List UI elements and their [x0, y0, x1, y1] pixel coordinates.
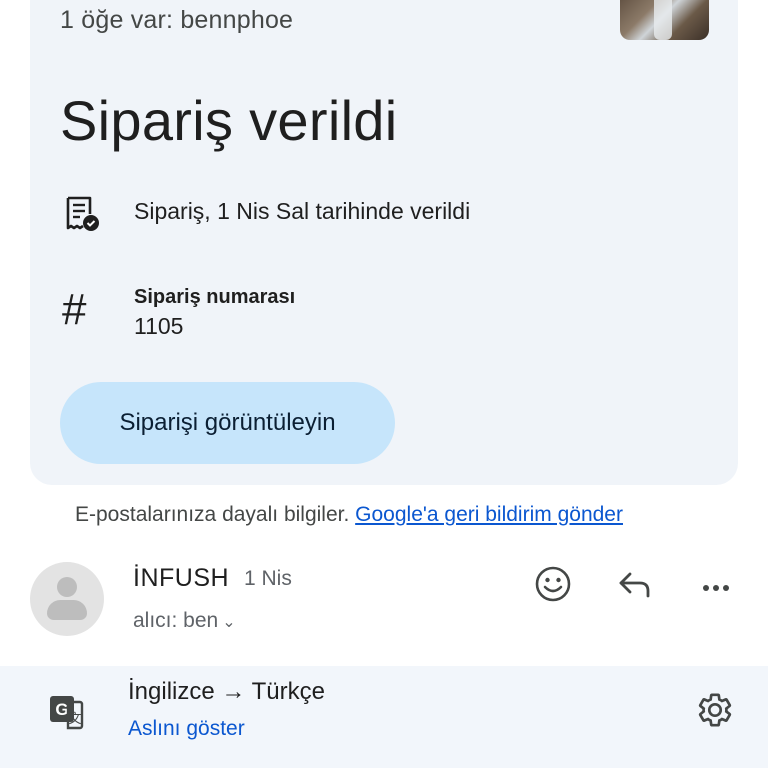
sender-name[interactable]: İNFUSH — [133, 564, 229, 593]
settings-gear-icon[interactable] — [691, 686, 739, 734]
recipient-toggle[interactable]: alıcı: ben ⌄ — [133, 609, 236, 633]
emoji-icon[interactable] — [529, 560, 577, 608]
disclaimer-text: E-postalarınıza dayalı bilgiler. — [75, 503, 350, 526]
order-number-label: Sipariş numarası — [134, 286, 296, 308]
product-thumbnail[interactable] — [620, 0, 709, 40]
reply-icon[interactable] — [610, 560, 658, 608]
feedback-link[interactable]: Google'a geri bildirim gönder — [355, 503, 623, 526]
svg-text:文: 文 — [68, 711, 81, 726]
show-original-link[interactable]: Aslını göster — [128, 717, 245, 741]
translate-bar — [0, 666, 768, 768]
message-date: 1 Nis — [244, 567, 292, 590]
order-placed-date: Sipariş, 1 Nis Sal tarihinde verildi — [134, 198, 471, 224]
recipient-label: alıcı: ben — [133, 609, 219, 632]
translation-languages: İngilizce → Türkçe — [128, 678, 325, 705]
receipt-check-icon — [60, 192, 104, 236]
disclaimer: E-postalarınıza dayalı bilgiler. Google'… — [75, 503, 623, 527]
hash-icon: # — [62, 285, 87, 334]
items-summary: 1 öğe var: bennphoe — [60, 6, 294, 34]
view-order-button[interactable]: Siparişi görüntüleyin — [60, 382, 395, 464]
translate-icon: G 文 — [42, 688, 90, 736]
sender-avatar[interactable] — [30, 562, 104, 636]
chevron-down-icon: ⌄ — [222, 614, 236, 631]
order-number-value: 1105 — [134, 313, 184, 339]
order-title: Sipariş verildi — [60, 89, 398, 152]
svg-text:G: G — [55, 700, 68, 719]
more-icon[interactable] — [692, 560, 740, 608]
